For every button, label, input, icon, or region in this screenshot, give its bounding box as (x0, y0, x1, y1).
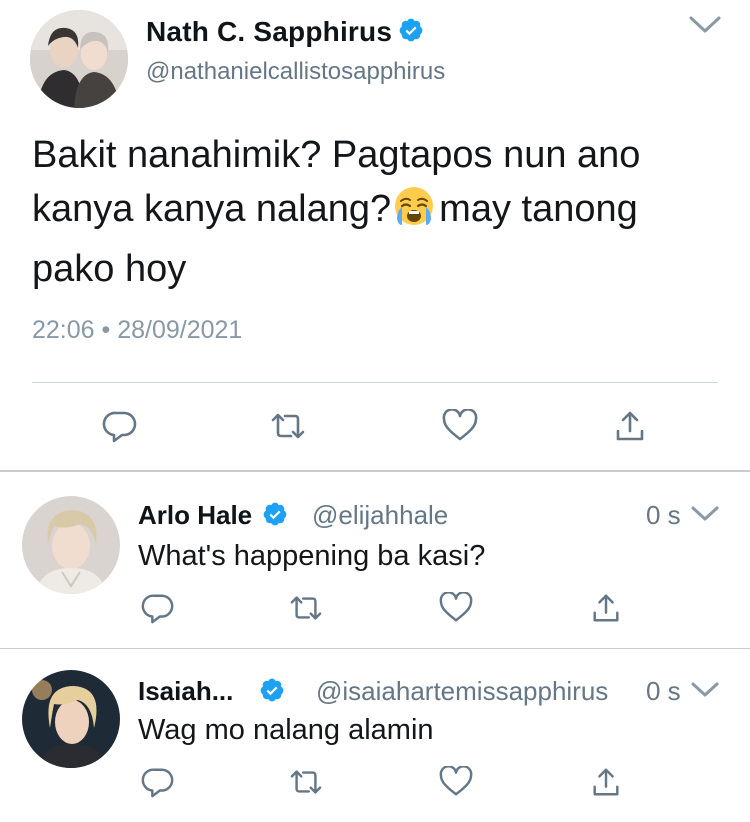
retweet-icon (269, 409, 307, 448)
like-button[interactable] (440, 407, 480, 448)
loudly-crying-face-icon (393, 185, 435, 242)
reply-divider (0, 648, 750, 649)
like-button[interactable] (436, 590, 476, 630)
reply-tweet[interactable]: Isaiah... @isaiahartemissapphirus 0 s Wa… (0, 666, 750, 816)
verified-badge-icon (398, 17, 424, 50)
share-icon (613, 409, 647, 448)
reply-author-name[interactable]: Arlo Hale (138, 500, 252, 530)
chevron-down-icon[interactable] (688, 14, 722, 41)
reply-button[interactable] (138, 590, 178, 630)
retweet-icon (288, 592, 324, 629)
author-handle[interactable]: @nathanielcallistosapphirus (146, 58, 445, 86)
reply-time: 0 s (646, 500, 681, 530)
verified-badge-icon (259, 677, 285, 710)
tweet-text: Bakit nanahimik? Pagtapos nun ano kanya … (32, 128, 722, 296)
main-tweet: Nath C. Sapphirus @nathanielcallistosapp… (0, 0, 750, 470)
author-avatar[interactable] (30, 10, 128, 108)
reply-text: Wag mo nalang alamin (138, 714, 434, 746)
chevron-down-icon[interactable] (690, 680, 720, 705)
reply-author-name-row[interactable]: Isaiah... (138, 676, 285, 710)
share-button[interactable] (610, 408, 650, 448)
reply-time: 0 s (646, 676, 681, 706)
reply-actions (0, 764, 750, 804)
reply-icon (141, 591, 175, 630)
heart-icon (438, 590, 474, 629)
retweet-icon (288, 766, 324, 803)
like-button[interactable] (436, 764, 476, 804)
share-button[interactable] (586, 590, 626, 630)
author-name-row[interactable]: Nath C. Sapphirus (146, 16, 424, 50)
main-tweet-actions (0, 407, 750, 448)
section-divider (0, 470, 750, 472)
retweet-button[interactable] (286, 764, 326, 804)
reply-author-avatar[interactable] (22, 670, 120, 768)
reply-text: What's happening ba kasi? (138, 540, 486, 572)
reply-button[interactable] (100, 408, 140, 448)
reply-author-handle[interactable]: @isaiahartemissapphirus (316, 676, 608, 707)
retweet-button[interactable] (268, 408, 308, 448)
reply-icon (102, 408, 138, 449)
share-icon (590, 592, 622, 629)
reply-button[interactable] (138, 764, 178, 804)
reply-author-name-row[interactable]: Arlo Hale (138, 500, 288, 534)
divider (32, 382, 718, 383)
chevron-down-icon[interactable] (690, 504, 720, 529)
heart-icon (441, 407, 479, 448)
retweet-button[interactable] (286, 590, 326, 630)
heart-icon (438, 764, 474, 803)
verified-badge-icon (262, 501, 288, 534)
share-icon (590, 766, 622, 803)
reply-icon (141, 765, 175, 804)
reply-actions (0, 590, 750, 630)
share-button[interactable] (586, 764, 626, 804)
reply-tweet[interactable]: Arlo Hale @elijahhale 0 s What's happeni… (0, 490, 750, 640)
reply-author-handle[interactable]: @elijahhale (312, 500, 448, 531)
reply-author-avatar[interactable] (22, 496, 120, 594)
reply-author-name[interactable]: Isaiah... (138, 676, 233, 706)
tweet-timestamp[interactable]: 22:06 • 28/09/2021 (32, 316, 242, 345)
author-name[interactable]: Nath C. Sapphirus (146, 16, 392, 47)
